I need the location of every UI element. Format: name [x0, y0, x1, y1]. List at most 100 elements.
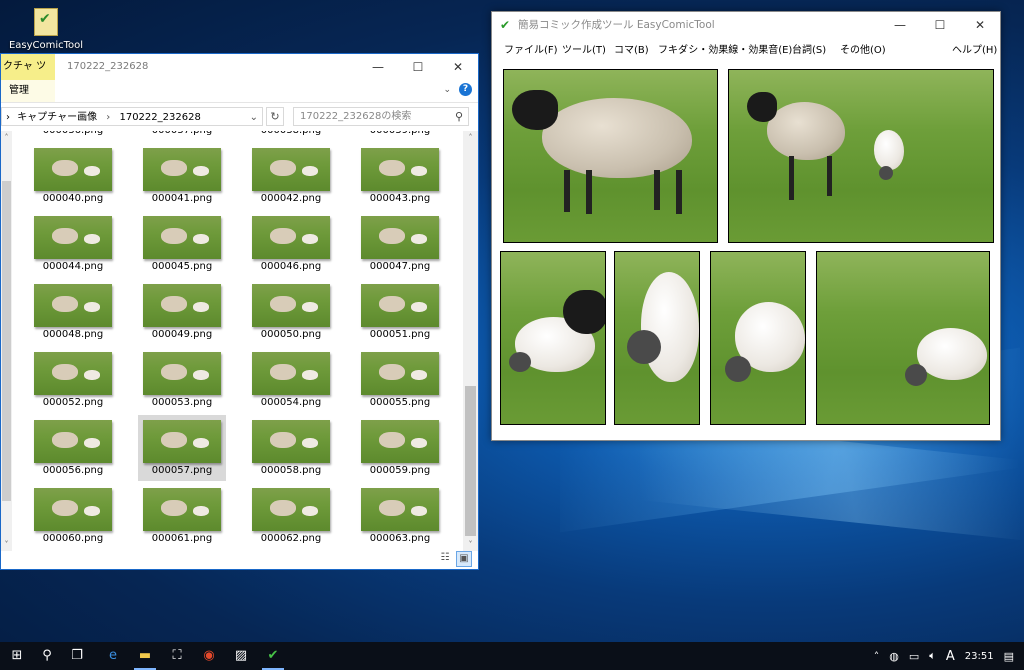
lamb-image	[917, 328, 987, 380]
sheep-head	[563, 290, 605, 334]
details-view-icon[interactable]: ☷	[438, 551, 452, 565]
menu-koma[interactable]: コマ(B)	[614, 41, 649, 56]
file-item[interactable]: 000040.png	[29, 143, 117, 209]
file-item[interactable]: 000062.png	[247, 483, 335, 549]
menu-tool[interactable]: ツール(T)	[562, 41, 606, 56]
desktop-icon-easycomictool[interactable]: EasyComicTool	[8, 6, 84, 51]
chevron-down-icon[interactable]: ⌄	[443, 85, 451, 95]
file-item[interactable]: 000063.png	[356, 483, 444, 549]
file-item[interactable]: 000045.png	[138, 211, 226, 277]
comic-titlebar[interactable]: ✔ 簡易コミック作成ツール EasyComicTool — ☐ ✕	[492, 12, 1000, 38]
breadcrumb-folder[interactable]: 170222_232628	[119, 112, 200, 123]
file-thumbnail	[361, 488, 439, 531]
menu-file[interactable]: ファイル(F)	[504, 41, 558, 56]
menu-help[interactable]: ヘルプ(H)	[952, 41, 997, 56]
monitor-icon[interactable]: ▭	[909, 650, 919, 663]
minimize-button[interactable]: —	[880, 12, 920, 38]
file-item[interactable]: 000036.png	[29, 131, 117, 141]
network-icon[interactable]: ◍	[889, 650, 899, 663]
file-item[interactable]: 000043.png	[356, 143, 444, 209]
chevron-down-icon[interactable]: ⌄	[250, 108, 258, 125]
file-item[interactable]: 000054.png	[247, 347, 335, 413]
comic-panel[interactable]	[816, 251, 990, 425]
task-view-icon[interactable]: ❐	[62, 642, 92, 670]
store-icon[interactable]: ⛶	[162, 642, 192, 670]
refresh-button[interactable]: ↻	[266, 107, 284, 126]
volume-icon[interactable]: 🔈︎	[929, 649, 936, 663]
sheep-leg	[827, 156, 832, 196]
file-item[interactable]: 000053.png	[138, 347, 226, 413]
scroll-down-icon[interactable]: ˅	[463, 540, 478, 549]
photos-icon[interactable]: ▨	[226, 642, 256, 670]
breadcrumb-root[interactable]: キャプチャー画像	[17, 112, 97, 123]
scroll-up-icon[interactable]: ˄	[1, 133, 14, 142]
left-pane-scrollbar[interactable]: ˄ ˅	[1, 131, 12, 551]
clock[interactable]: 23:51	[965, 651, 994, 662]
file-item[interactable]: 000049.png	[138, 279, 226, 345]
close-button[interactable]: ✕	[960, 12, 1000, 38]
edge-icon[interactable]: e	[98, 642, 128, 670]
comic-panel[interactable]	[710, 251, 806, 425]
status-bar: ☷ ▣	[1, 549, 478, 569]
file-item[interactable]: 000056.png	[29, 415, 117, 481]
minimize-button[interactable]: —	[358, 54, 398, 80]
menu-fukidashi[interactable]: フキダシ・効果線・効果音(E)	[658, 41, 792, 56]
file-item[interactable]: 000057.png	[138, 415, 226, 481]
file-item[interactable]: 000055.png	[356, 347, 444, 413]
file-item[interactable]: 000041.png	[138, 143, 226, 209]
search-icon[interactable]: ⚲	[32, 642, 62, 670]
file-item[interactable]: 000039.png	[356, 131, 444, 141]
help-icon[interactable]: ?	[459, 83, 472, 96]
maximize-button[interactable]: ☐	[920, 12, 960, 38]
menu-serifu[interactable]: 台詞(S)	[792, 41, 826, 56]
address-bar[interactable]: › キャプチャー画像 › 170222_232628 ⌄	[1, 107, 263, 126]
file-name: 000058.png	[260, 465, 322, 476]
windows-start-icon[interactable]: ⊞	[2, 642, 32, 670]
scrollbar-thumb[interactable]	[465, 386, 476, 536]
scroll-down-icon[interactable]: ˅	[1, 540, 14, 549]
file-name: 000053.png	[151, 397, 213, 408]
large-icons-view-icon[interactable]: ▣	[456, 551, 472, 567]
comic-panel[interactable]	[503, 69, 718, 243]
file-thumbnail	[361, 148, 439, 191]
chrome-icon[interactable]: ◉	[194, 642, 224, 670]
search-input[interactable]: 170222_232628の検索 ⚲	[293, 107, 469, 126]
scroll-up-icon[interactable]: ˄	[463, 133, 478, 142]
easycomictool-icon[interactable]: ✔	[258, 642, 288, 670]
file-item[interactable]: 000037.png	[138, 131, 226, 141]
vertical-scrollbar[interactable]: ˄ ˅	[463, 131, 478, 551]
ribbon-tab-picture-tools[interactable]: クチャ ツール	[1, 54, 55, 98]
file-item[interactable]: 000061.png	[138, 483, 226, 549]
file-item[interactable]: 000050.png	[247, 279, 335, 345]
comic-panel[interactable]	[614, 251, 700, 425]
lamb-image	[641, 272, 699, 382]
file-name: 000061.png	[151, 533, 213, 544]
ribbon-tab-manage[interactable]: 管理	[1, 80, 55, 102]
comic-panel[interactable]	[728, 69, 994, 243]
file-explorer-icon[interactable]: ▬	[130, 642, 160, 670]
file-item[interactable]: 000059.png	[356, 415, 444, 481]
file-name: 000042.png	[260, 193, 322, 204]
search-icon: ⚲	[454, 110, 463, 123]
file-item[interactable]: 000048.png	[29, 279, 117, 345]
chevron-up-icon[interactable]: ˄	[874, 650, 880, 663]
file-item[interactable]: 000038.png	[247, 131, 335, 141]
scrollbar-thumb[interactable]	[2, 181, 11, 501]
file-item[interactable]: 000047.png	[356, 211, 444, 277]
menu-other[interactable]: その他(O)	[840, 41, 886, 56]
notification-icon[interactable]: ▤	[1004, 650, 1014, 663]
file-item[interactable]: 000060.png	[29, 483, 117, 549]
file-thumbnail	[252, 420, 330, 463]
file-item[interactable]: 000058.png	[247, 415, 335, 481]
comic-panel[interactable]	[500, 251, 606, 425]
close-button[interactable]: ✕	[438, 54, 478, 80]
maximize-button[interactable]: ☐	[398, 54, 438, 80]
comic-canvas[interactable]	[498, 64, 994, 434]
file-item[interactable]: 000044.png	[29, 211, 117, 277]
file-item[interactable]: 000042.png	[247, 143, 335, 209]
file-item[interactable]: 000052.png	[29, 347, 117, 413]
explorer-titlebar[interactable]: クチャ ツール 170222_232628 — ☐ ✕	[1, 54, 478, 98]
file-item[interactable]: 000046.png	[247, 211, 335, 277]
ime-indicator[interactable]: A	[946, 649, 955, 664]
file-item[interactable]: 000051.png	[356, 279, 444, 345]
